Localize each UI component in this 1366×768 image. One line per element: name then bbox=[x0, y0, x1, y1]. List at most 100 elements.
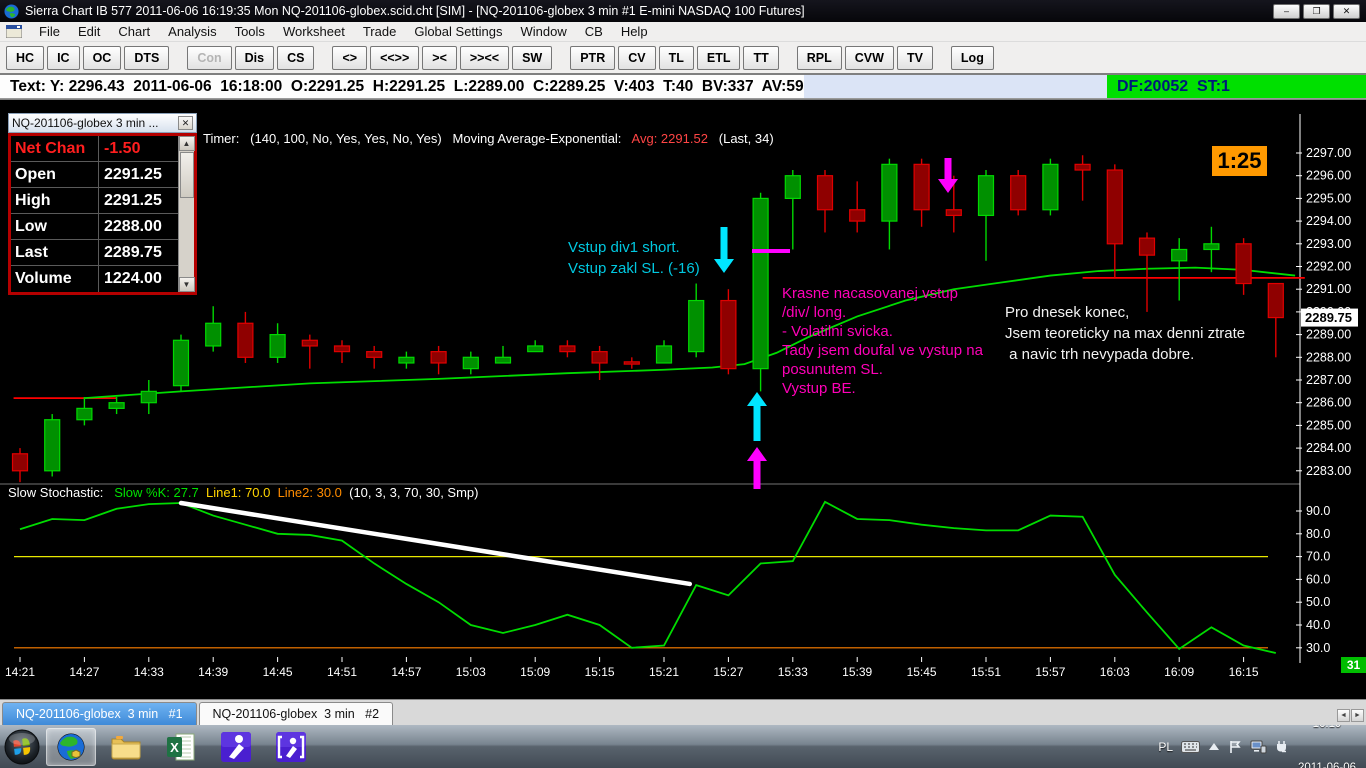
power-plug-icon[interactable] bbox=[1275, 740, 1290, 754]
taskbar-app-windows-explorer[interactable] bbox=[101, 728, 151, 766]
last-price-label: 2289.75 bbox=[1305, 310, 1352, 325]
up-arrow-icon bbox=[747, 392, 767, 406]
restore-button[interactable]: ❐ bbox=[1303, 3, 1330, 19]
minimize-button[interactable]: – bbox=[1273, 3, 1300, 19]
tab-scroll-left-icon[interactable]: ◄ bbox=[1337, 709, 1350, 722]
menu-item-chart[interactable]: Chart bbox=[109, 22, 159, 41]
quote-row-value: 2291.25 bbox=[104, 191, 162, 209]
tab-chart-2[interactable]: NQ-201106-globex 3 min #2 bbox=[198, 702, 394, 725]
time-axis-label: 15:03 bbox=[456, 665, 486, 679]
time-axis-label: 15:51 bbox=[971, 665, 1001, 679]
magenta-marker-line bbox=[752, 249, 790, 253]
candle-body bbox=[559, 345, 576, 353]
quote-row-value: 2288.00 bbox=[104, 217, 162, 235]
scroll-thumb[interactable] bbox=[179, 152, 194, 198]
time-axis-label: 14:45 bbox=[263, 665, 293, 679]
price-axis-label: 2286.00 bbox=[1306, 396, 1351, 410]
cyan-note-line: Vstup zakl SL. (-16) bbox=[568, 260, 700, 277]
toolbar-button-14[interactable]: TL bbox=[658, 45, 694, 70]
action-center-flag-icon[interactable] bbox=[1228, 740, 1242, 754]
toolbar-button-9[interactable]: >< bbox=[422, 45, 457, 70]
toolbar-button-2[interactable]: OC bbox=[82, 45, 122, 70]
quote-window-titlebar[interactable]: NQ-201106-globex 3 min ... ✕ bbox=[8, 113, 197, 133]
scroll-down-icon[interactable]: ▼ bbox=[178, 277, 195, 292]
candle-body bbox=[140, 390, 157, 404]
chart-canvas[interactable]: 2297.00 2296.00 2295.00 2294.00 2293.00 2292.… bbox=[0, 100, 1366, 700]
down-arrow-icon bbox=[938, 179, 958, 193]
toolbar-button-7[interactable]: <> bbox=[332, 45, 368, 70]
quote-window[interactable]: NQ-201106-globex 3 min ... ✕ Net Chan -1.… bbox=[8, 113, 197, 295]
toolbar-button-15[interactable]: ETL bbox=[696, 45, 741, 70]
toolbar-button-12[interactable]: PTR bbox=[570, 45, 616, 70]
taskbar-app-excel[interactable]: X bbox=[156, 728, 206, 766]
window-title: Sierra Chart IB 577 2011-06-06 16:19:35 … bbox=[25, 4, 805, 18]
candle-body bbox=[1074, 163, 1091, 171]
menu-item-window[interactable]: Window bbox=[512, 22, 576, 41]
taskbar-app-purple-2[interactable] bbox=[266, 728, 316, 766]
taskbar-app-purple-1[interactable] bbox=[211, 728, 261, 766]
toolbar-button-1[interactable]: IC bbox=[47, 45, 80, 70]
mdi-child-icon[interactable] bbox=[6, 25, 22, 38]
tab-chart-1[interactable]: NQ-201106-globex 3 min #1 bbox=[2, 702, 197, 725]
candle-body bbox=[527, 345, 544, 353]
time-axis-label: 15:39 bbox=[842, 665, 872, 679]
header-segment: Line2: 30.0 bbox=[277, 485, 350, 500]
arrow-shaft bbox=[753, 406, 761, 441]
menu-item-tools[interactable]: Tools bbox=[226, 22, 274, 41]
toolbar-button-20[interactable]: Log bbox=[950, 45, 994, 70]
sierra-globe-icon bbox=[57, 733, 85, 760]
menu-bar: File Edit Chart Analysis Tools Worksheet Trade… bbox=[0, 22, 1366, 42]
quote-scrollbar[interactable]: ▲ ▼ bbox=[178, 136, 195, 292]
toolbar-button-5[interactable]: Dis bbox=[234, 45, 275, 70]
price-axis-label: 2283.00 bbox=[1306, 464, 1351, 478]
toolbar-button-18[interactable]: CVW bbox=[844, 45, 894, 70]
menu-item-edit[interactable]: Edit bbox=[69, 22, 109, 41]
keyboard-icon[interactable] bbox=[1181, 740, 1201, 753]
candle-body bbox=[752, 197, 769, 370]
down-arrow-icon bbox=[714, 259, 734, 273]
toolbar-button-4: Con bbox=[187, 45, 232, 70]
time-axis-label: 15:09 bbox=[520, 665, 550, 679]
toolbar-button-10[interactable]: >><< bbox=[459, 45, 510, 70]
quote-window-close-icon[interactable]: ✕ bbox=[178, 116, 193, 130]
candle-body bbox=[816, 175, 834, 211]
menu-item-trade[interactable]: Trade bbox=[354, 22, 405, 41]
toolbar-button-3[interactable]: DTS bbox=[124, 45, 170, 70]
candle-body bbox=[1267, 282, 1284, 319]
menu-item-worksheet[interactable]: Worksheet bbox=[274, 22, 354, 41]
taskbar-app-sierra-chart[interactable] bbox=[46, 727, 96, 766]
folder-icon bbox=[111, 735, 141, 759]
toolbar-button-19[interactable]: TV bbox=[896, 45, 933, 70]
toolbar-button-16[interactable]: TT bbox=[743, 45, 779, 70]
menu-item-global-settings[interactable]: Global Settings bbox=[405, 22, 511, 41]
menu-item-cb[interactable]: CB bbox=[576, 22, 612, 41]
network-icon[interactable] bbox=[1250, 740, 1267, 754]
time-axis-label: 16:09 bbox=[1164, 665, 1194, 679]
stoch-axis-label: 40.0 bbox=[1306, 618, 1330, 632]
price-axis-label: 2294.00 bbox=[1306, 214, 1351, 228]
show-hidden-icons-icon[interactable] bbox=[1208, 742, 1220, 751]
candle-body bbox=[945, 209, 962, 217]
toolbar-button-0[interactable]: HC bbox=[6, 45, 45, 70]
price-axis-label: 2296.00 bbox=[1306, 169, 1351, 183]
header-segment: Slow Stochastic: bbox=[8, 485, 115, 500]
scroll-up-icon[interactable]: ▲ bbox=[178, 136, 195, 151]
menu-item-help[interactable]: Help bbox=[612, 22, 657, 41]
close-button[interactable]: ✕ bbox=[1333, 3, 1360, 19]
stoch-axis-label: 90.0 bbox=[1306, 504, 1330, 518]
toolbar-button-13[interactable]: CV bbox=[618, 45, 656, 70]
menu-item-analysis[interactable]: Analysis bbox=[159, 22, 225, 41]
language-indicator[interactable]: PL bbox=[1158, 740, 1173, 754]
toolbar-button-17[interactable]: RPL bbox=[796, 45, 842, 70]
start-button[interactable] bbox=[3, 728, 41, 766]
candle-body bbox=[655, 345, 673, 364]
menu-item-file[interactable]: File bbox=[30, 22, 69, 41]
toolbar-button-11[interactable]: SW bbox=[512, 45, 553, 70]
price-axis-label: 2297.00 bbox=[1306, 146, 1351, 160]
toolbar-button-6[interactable]: CS bbox=[277, 45, 315, 70]
header-segment: Slow %K: 27.7 bbox=[114, 485, 206, 500]
toolbar-button-8[interactable]: <<>> bbox=[370, 45, 420, 70]
candle-body bbox=[430, 351, 447, 364]
tab-scroll-right-icon[interactable]: ► bbox=[1351, 709, 1364, 722]
time-axis-label: 14:39 bbox=[198, 665, 228, 679]
